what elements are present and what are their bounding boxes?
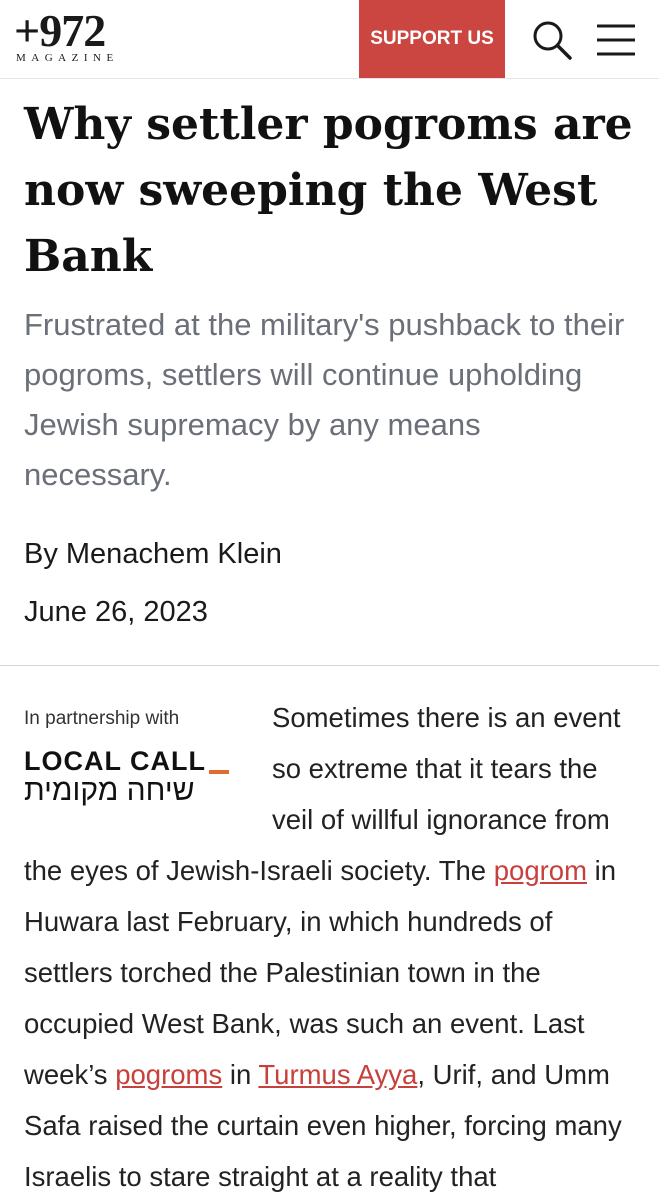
article-title: Why settler pogroms are now sweeping the… bbox=[24, 99, 633, 282]
article-header: Why settler pogroms are now sweeping the… bbox=[24, 92, 634, 632]
logo-wordmark: +972 bbox=[14, 5, 106, 56]
logo-subtitle: MAGAZINE bbox=[16, 52, 119, 64]
article-body-paragraph: Sometimes there is an event so extreme t… bbox=[24, 692, 636, 1202]
body-text-3: in bbox=[222, 1059, 259, 1090]
partnership-spacer bbox=[24, 692, 272, 842]
site-logo[interactable]: +972 MAGAZINE bbox=[14, 5, 119, 65]
hamburger-menu-icon[interactable] bbox=[594, 18, 638, 62]
article-byline[interactable]: By Menachem Klein bbox=[24, 534, 634, 574]
section-divider bbox=[0, 665, 659, 666]
link-pogrom[interactable]: pogrom bbox=[494, 855, 587, 886]
site-header: +972 MAGAZINE SUPPORT US bbox=[0, 0, 659, 79]
search-icon[interactable] bbox=[530, 18, 574, 62]
article-date: June 26, 2023 bbox=[24, 596, 208, 628]
link-turmus-ayya[interactable]: Turmus Ayya bbox=[258, 1059, 417, 1090]
support-us-button[interactable]: SUPPORT US bbox=[359, 0, 505, 78]
body-text-2: in Huwara last February, in which hundre… bbox=[24, 855, 617, 1090]
article-subtitle: Frustrated at the military's pushback to… bbox=[24, 307, 625, 492]
link-pogroms[interactable]: pogroms bbox=[115, 1059, 222, 1090]
